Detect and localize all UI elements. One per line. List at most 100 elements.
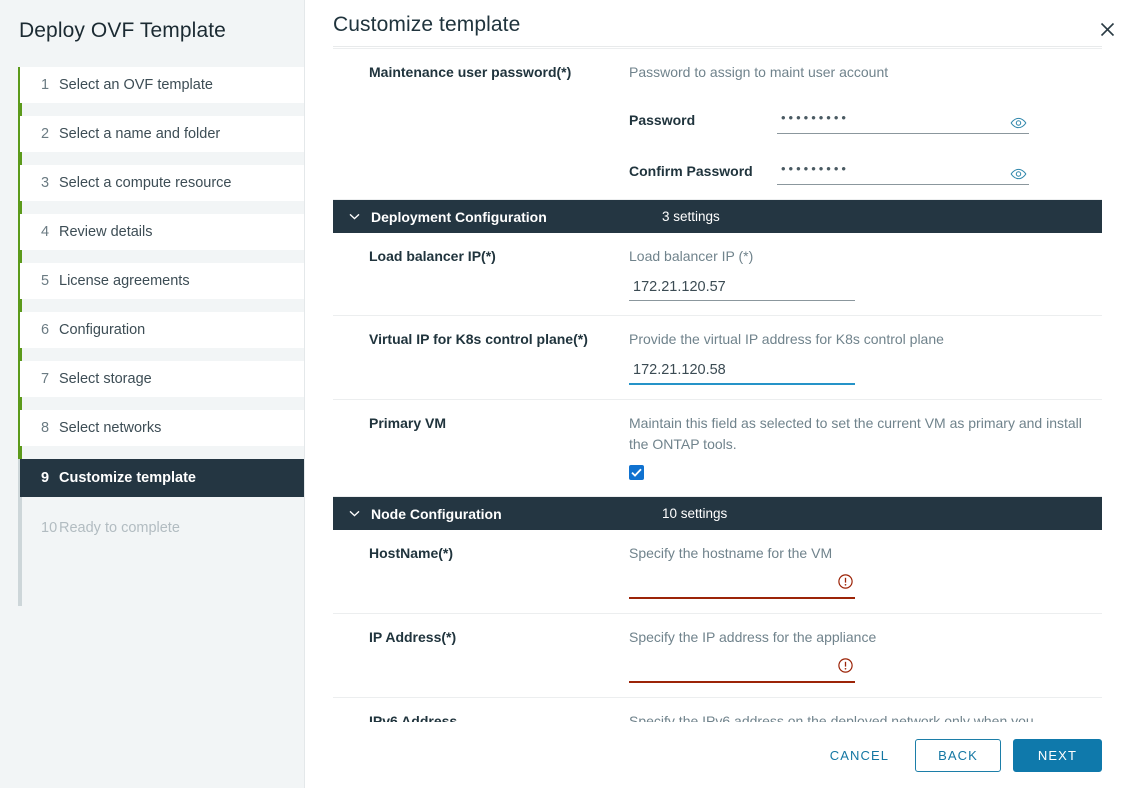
load-balancer-ip-input[interactable]	[629, 277, 855, 301]
row-label: IPv6 Address	[333, 711, 629, 722]
help-text: Load balancer IP (*)	[629, 246, 1084, 267]
help-text: Maintain this field as selected to set t…	[629, 413, 1084, 455]
sidebar-item-select-networks[interactable]: 8 Select networks	[20, 410, 304, 446]
step-number: 5	[41, 273, 59, 289]
step-number: 10	[41, 520, 59, 536]
row-body: Load balancer IP (*)	[629, 246, 1102, 301]
virtual-ip-input[interactable]	[629, 360, 855, 385]
wizard-main-panel: Customize template	[305, 0, 1128, 788]
step-label: Select networks	[59, 420, 161, 436]
page-title: Customize template	[333, 0, 1128, 40]
row-label: HostName(*)	[333, 543, 629, 599]
section-header-deployment-configuration[interactable]: Deployment Configuration 3 settings	[333, 200, 1102, 233]
step-number: 1	[41, 77, 59, 93]
wizard-title: Deploy OVF Template	[0, 0, 304, 45]
row-primary-vm: Primary VM Maintain this field as select…	[333, 400, 1102, 497]
password-field-group: Password •••••••••	[629, 109, 1084, 134]
row-label: Maintenance user password(*)	[333, 62, 629, 185]
sidebar-item-review-details[interactable]: 4 Review details	[20, 214, 304, 250]
ip-address-field[interactable]	[629, 658, 855, 683]
row-body: Password to assign to maint user account…	[629, 62, 1102, 185]
help-text: Specify the hostname for the VM	[629, 543, 1084, 564]
sidebar-item-license-agreements[interactable]: 5 License agreements	[20, 263, 304, 299]
step-number: 7	[41, 371, 59, 387]
wizard-footer: CANCEL BACK NEXT	[305, 722, 1128, 788]
error-exclamation-icon	[838, 574, 853, 589]
virtual-ip-field[interactable]	[629, 360, 855, 385]
step-number: 6	[41, 322, 59, 338]
row-body: Provide the virtual IP address for K8s c…	[629, 329, 1102, 385]
deploy-ovf-wizard: Deploy OVF Template 1 Select an OVF temp…	[0, 0, 1128, 788]
password-label: Password	[629, 112, 777, 134]
wizard-steps: 1 Select an OVF template 2 Select a name…	[0, 67, 304, 546]
help-text: Specify the IPv6 address on the deployed…	[629, 711, 1053, 722]
hostname-input[interactable]	[629, 574, 855, 599]
confirm-password-field-group: Confirm Password •••••••••	[629, 160, 1084, 185]
row-label: IP Address(*)	[333, 627, 629, 683]
step-label: Customize template	[59, 470, 196, 486]
sidebar-item-select-an-ovf-template[interactable]: 1 Select an OVF template	[20, 67, 304, 103]
back-button[interactable]: BACK	[915, 739, 1001, 772]
row-body: Specify the hostname for the VM	[629, 543, 1102, 599]
row-maintenance-user-password: Maintenance user password(*) Password to…	[333, 49, 1102, 200]
step-label: Select a compute resource	[59, 175, 231, 191]
step-number: 3	[41, 175, 59, 191]
wizard-sidebar: Deploy OVF Template 1 Select an OVF temp…	[0, 0, 305, 788]
step-number: 2	[41, 126, 59, 142]
sidebar-item-customize-template[interactable]: 9 Customize template	[20, 459, 304, 497]
step-label: Review details	[59, 224, 153, 240]
step-label: Ready to complete	[59, 520, 180, 536]
sidebar-item-select-a-compute-resource[interactable]: 3 Select a compute resource	[20, 165, 304, 201]
section-header-node-configuration[interactable]: Node Configuration 10 settings	[333, 497, 1102, 530]
next-button[interactable]: NEXT	[1013, 739, 1102, 772]
section-count: 3 settings	[662, 209, 1102, 224]
confirm-password-value[interactable]: •••••••••	[777, 160, 1029, 185]
eye-icon[interactable]	[1010, 117, 1027, 129]
eye-icon[interactable]	[1010, 168, 1027, 180]
section-count: 10 settings	[662, 506, 1102, 521]
row-label: Primary VM	[333, 413, 629, 482]
close-icon[interactable]	[1096, 18, 1118, 40]
step-number: 8	[41, 420, 59, 436]
row-ipv6-address: IPv6 Address Specify the IPv6 address on…	[333, 698, 1102, 722]
confirm-password-field[interactable]: •••••••••	[777, 160, 1029, 185]
sidebar-item-select-storage[interactable]: 7 Select storage	[20, 361, 304, 397]
row-label: Virtual IP for K8s control plane(*)	[333, 329, 629, 385]
chevron-down-icon	[333, 510, 371, 517]
chevron-down-icon	[333, 213, 371, 220]
main-header: Customize template	[305, 0, 1128, 46]
step-label: Select storage	[59, 371, 152, 387]
row-body: Specify the IP address for the appliance	[629, 627, 1102, 683]
row-body: Maintain this field as selected to set t…	[629, 413, 1102, 482]
primary-vm-checkbox[interactable]	[629, 465, 644, 480]
row-label: Load balancer IP(*)	[333, 246, 629, 301]
step-number: 4	[41, 224, 59, 240]
row-hostname: HostName(*) Specify the hostname for the…	[333, 530, 1102, 614]
sidebar-item-configuration[interactable]: 6 Configuration	[20, 312, 304, 348]
row-ip-address: IP Address(*) Specify the IP address for…	[333, 614, 1102, 698]
step-label: Select a name and folder	[59, 126, 220, 142]
step-number: 9	[41, 470, 59, 486]
password-value[interactable]: •••••••••	[777, 109, 1029, 134]
row-virtual-ip-k8s-control-plane: Virtual IP for K8s control plane(*) Prov…	[333, 316, 1102, 400]
step-label: Configuration	[59, 322, 145, 338]
help-text: Provide the virtual IP address for K8s c…	[629, 329, 1084, 350]
sidebar-item-ready-to-complete: 10 Ready to complete	[20, 510, 304, 546]
hostname-field[interactable]	[629, 574, 855, 599]
step-label: License agreements	[59, 273, 190, 289]
row-body: Specify the IPv6 address on the deployed…	[629, 711, 1102, 722]
section-title: Node Configuration	[371, 506, 502, 522]
step-label: Select an OVF template	[59, 77, 213, 93]
sidebar-item-select-a-name-and-folder[interactable]: 2 Select a name and folder	[20, 116, 304, 152]
password-field[interactable]: •••••••••	[777, 109, 1029, 134]
row-load-balancer-ip: Load balancer IP(*) Load balancer IP (*)	[333, 233, 1102, 316]
cancel-button[interactable]: CANCEL	[812, 739, 907, 772]
customize-template-form[interactable]: Maintenance user password(*) Password to…	[333, 46, 1102, 722]
load-balancer-ip-field[interactable]	[629, 277, 855, 301]
ip-address-input[interactable]	[629, 658, 855, 683]
confirm-password-label: Confirm Password	[629, 163, 777, 185]
section-title: Deployment Configuration	[371, 209, 547, 225]
help-text: Password to assign to maint user account	[629, 62, 1084, 83]
help-text: Specify the IP address for the appliance	[629, 627, 1084, 648]
error-exclamation-icon	[838, 658, 853, 673]
